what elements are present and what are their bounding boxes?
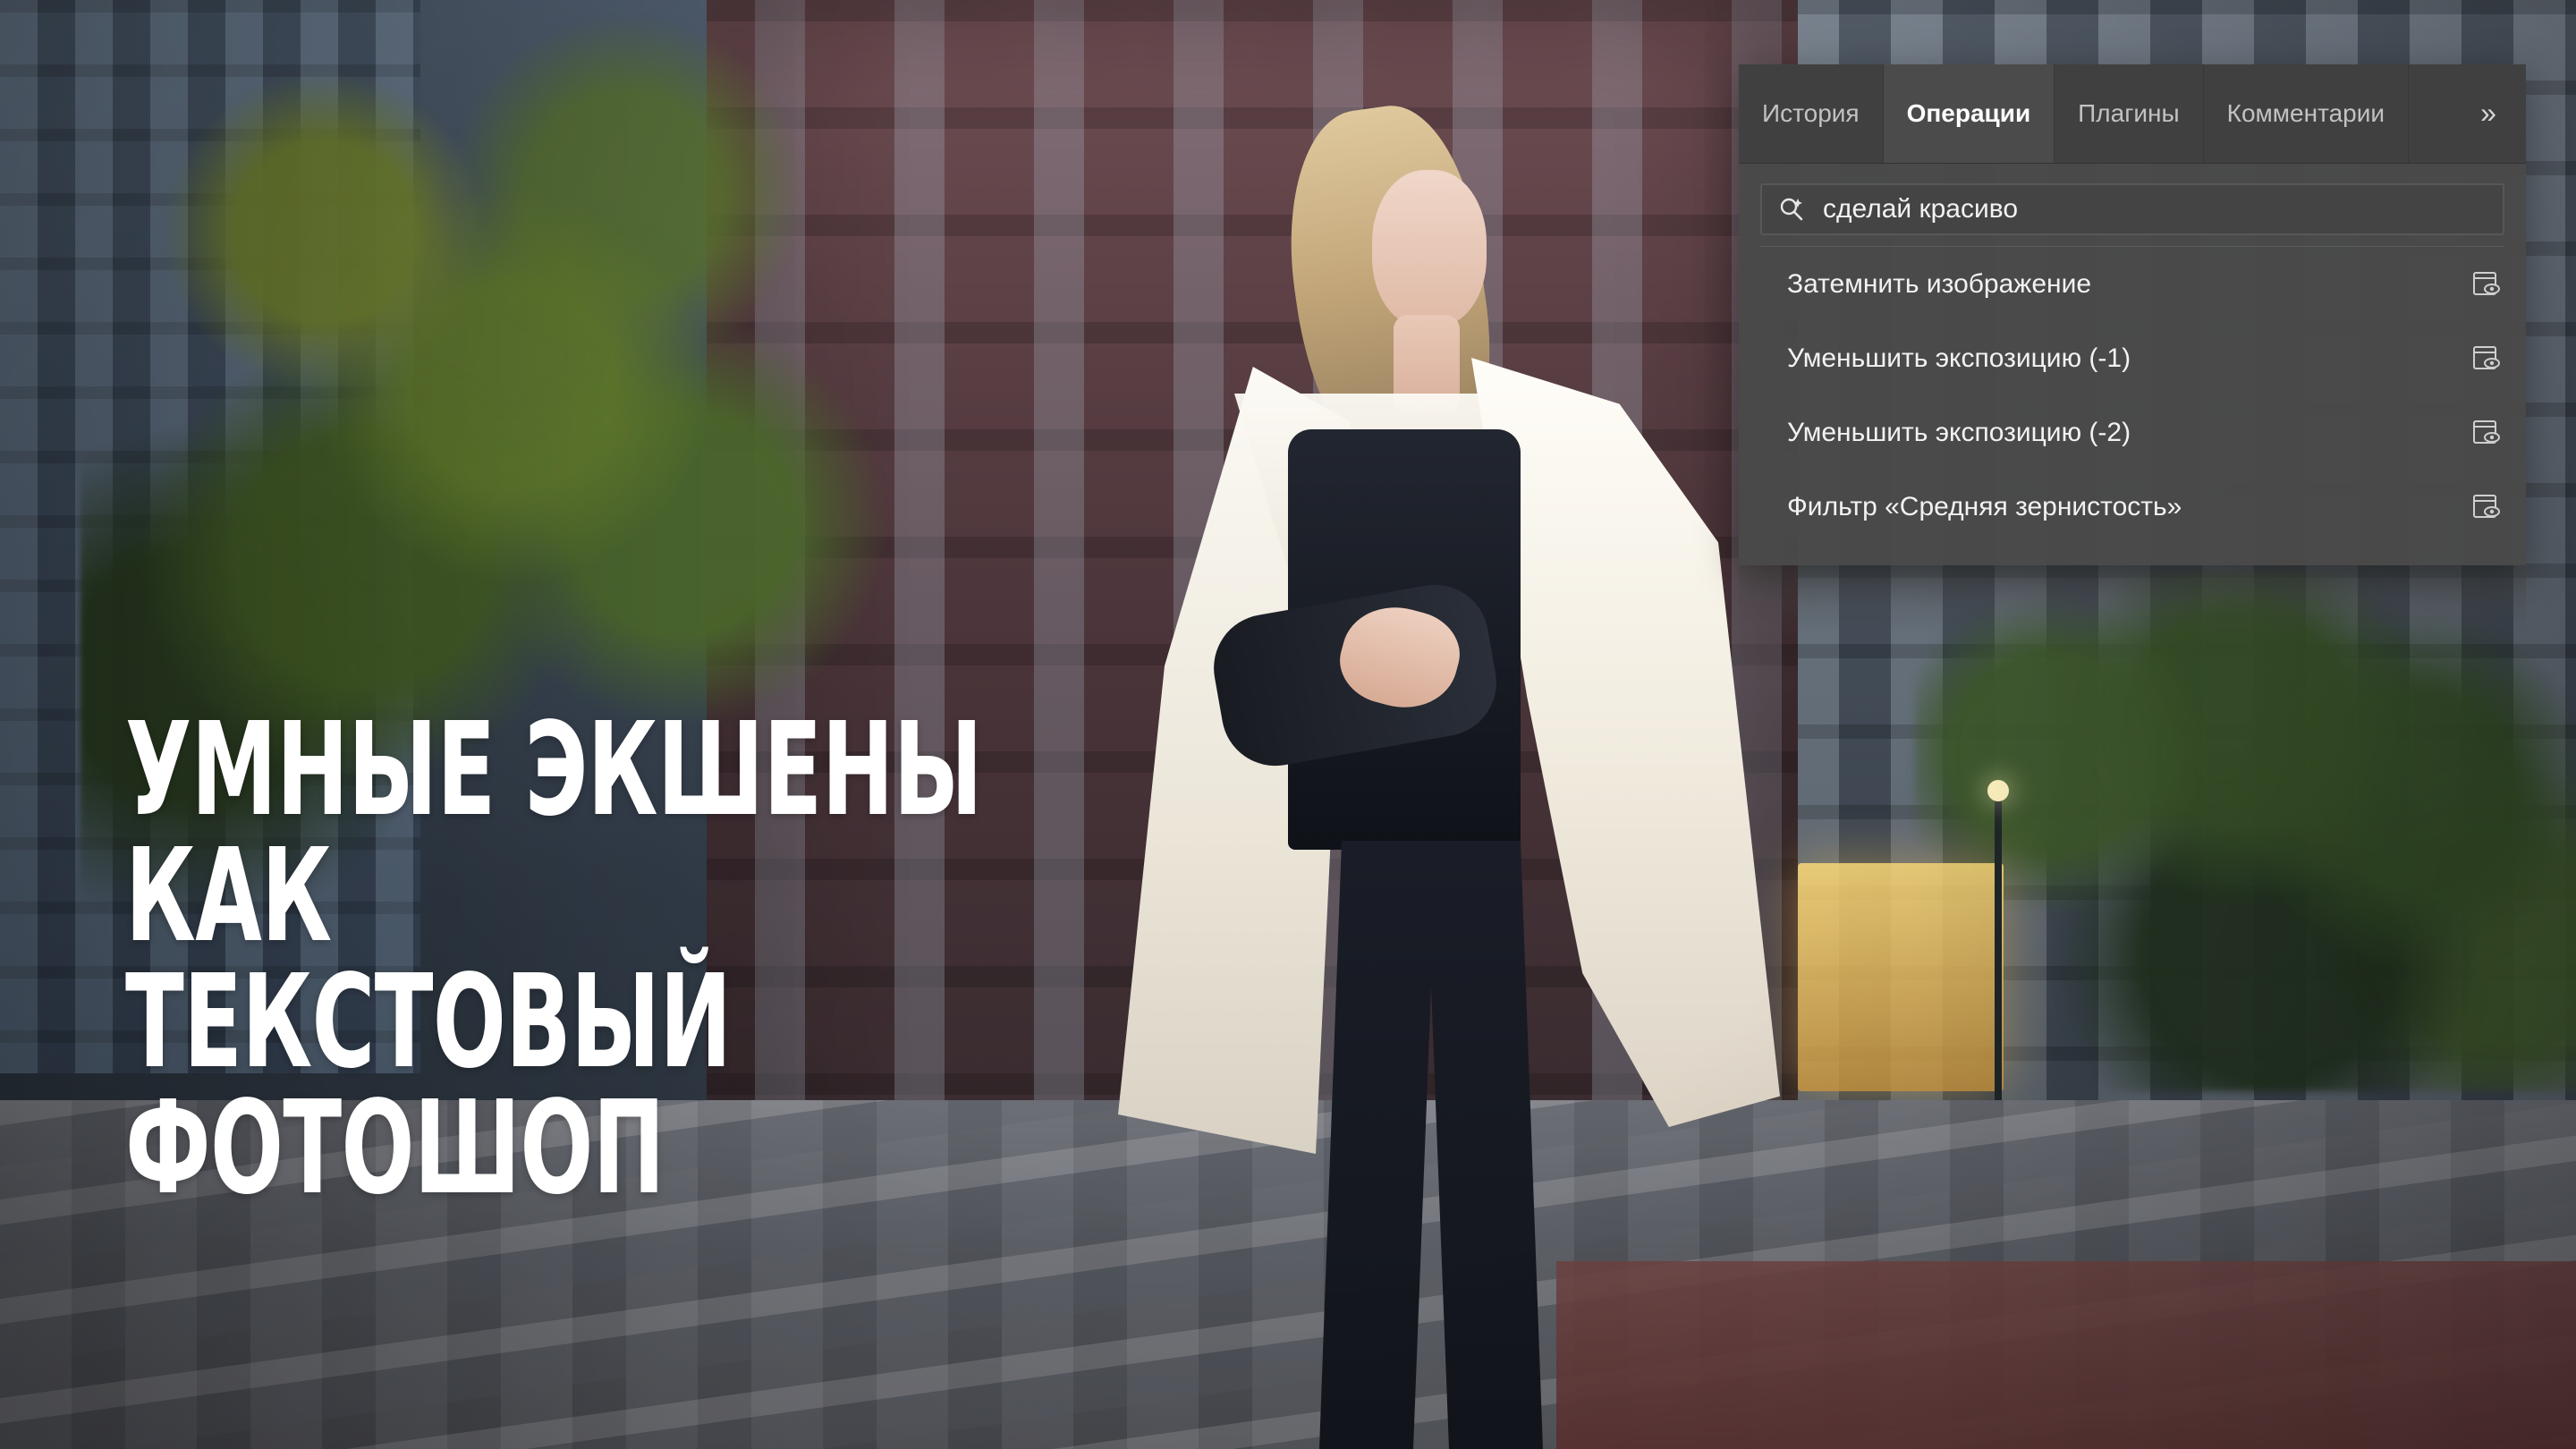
preview-action-icon[interactable] [2470,490,2504,524]
tab-history[interactable]: История [1739,64,1884,163]
ai-search-icon [1780,198,1803,221]
tab-plugins[interactable]: Плагины [2055,64,2204,163]
panel-fade-out [1739,565,2526,637]
tab-operations[interactable]: Операции [1883,64,2055,163]
operation-label: Уменьшить экспозицию (-2) [1787,417,2131,447]
panel-body: сделай красиво Затемнить изображение Уме… [1739,164,2526,544]
search-value: сделай красиво [1823,194,2019,224]
headline-line: УМНЫЕ ЭКШЕНЫ [125,694,983,844]
preview-action-icon[interactable] [2470,267,2504,301]
operation-label: Затемнить изображение [1787,268,2092,299]
tab-label: Комментарии [2226,99,2385,127]
tab-label: Плагины [2078,99,2180,127]
tab-label: История [1762,99,1860,127]
headline: УМНЫЕ ЭКШЕНЫ КАК ТЕКСТОВЫЙ ФОТОШОП [125,694,983,1224]
panel-tabs: История Операции Плагины Комментарии » [1739,64,2526,164]
operation-item[interactable]: Уменьшить экспозицию (-1) [1760,321,2504,395]
headline-line: ТЕКСТОВЫЙ [125,946,732,1097]
tab-label: Операции [1906,99,2031,127]
operation-item[interactable]: Затемнить изображение [1760,247,2504,321]
headline-line: ФОТОШОП [125,1072,665,1224]
operations-list: Затемнить изображение Уменьшить экспозиц… [1760,246,2504,544]
operation-label: Уменьшить экспозицию (-1) [1787,343,2131,373]
panel-menu-button[interactable]: » [2470,95,2506,131]
double-chevron-right-icon: » [2480,97,2496,129]
operations-panel: История Операции Плагины Комментарии » с… [1739,64,2526,565]
preview-action-icon[interactable] [2470,416,2504,450]
operations-search-input[interactable]: сделай красиво [1760,183,2504,235]
preview-action-icon[interactable] [2470,342,2504,376]
tab-comments[interactable]: Комментарии [2204,64,2410,163]
operation-item[interactable]: Фильтр «Средняя зернистость» [1760,470,2504,544]
headline-line: КАК [125,820,332,971]
operation-label: Фильтр «Средняя зернистость» [1787,491,2182,521]
operation-item[interactable]: Уменьшить экспозицию (-2) [1760,395,2504,470]
